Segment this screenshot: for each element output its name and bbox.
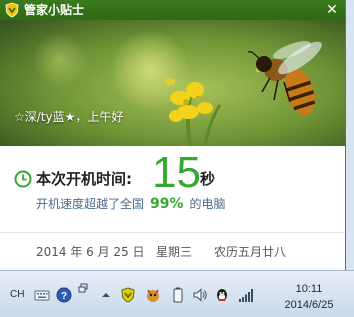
- svg-text:?: ?: [61, 291, 67, 302]
- network-signal-icon[interactable]: [238, 287, 254, 303]
- banner-image: ☆深/ty蓝★，上午好: [0, 20, 345, 146]
- speed-percent: 99%: [150, 196, 184, 212]
- speed-prefix: 开机速度超越了全国: [36, 197, 145, 211]
- volume-icon[interactable]: [192, 287, 208, 303]
- boot-time-section: 本次开机时间: 15 秒 开机速度超越了全国 99% 的电脑: [0, 146, 345, 226]
- tips-popup-window: 管家小贴士 ✕ ☆深/ty蓝★，上午好 本次开机时间: 15 秒 开机速度超越了…: [0, 0, 346, 270]
- taskbar: CH ? 10:11 2014/6/25: [0, 270, 354, 317]
- popup-titlebar[interactable]: 管家小贴士 ✕: [0, 0, 345, 20]
- guanjia-shield-icon[interactable]: [120, 287, 136, 303]
- clock-icon: [14, 170, 32, 188]
- restore-icon[interactable]: [78, 283, 88, 293]
- tray-date: 2014/6/25: [284, 299, 334, 311]
- speed-suffix: 的电脑: [189, 197, 226, 211]
- bee-flower-photo: [0, 20, 345, 146]
- qq-icon[interactable]: [214, 287, 230, 303]
- date-bar: 2014 年 6 月 25 日 星期三 农历五月廿八: [0, 232, 345, 270]
- greeting-text: ☆深/ty蓝★，上午好: [14, 110, 124, 124]
- game-icon[interactable]: [145, 287, 161, 303]
- weekday: 星期三: [156, 245, 193, 259]
- solar-date: 2014 年 6 月 25 日: [36, 245, 145, 259]
- language-indicator[interactable]: CH: [10, 289, 24, 300]
- boot-time-label: 本次开机时间:: [36, 170, 132, 188]
- close-button[interactable]: ✕: [324, 1, 340, 19]
- help-icon[interactable]: ?: [56, 287, 72, 303]
- guanjia-logo-icon: [5, 2, 19, 18]
- show-hidden-icons-arrow-icon[interactable]: [98, 287, 114, 303]
- boot-time-value: 15: [152, 148, 201, 197]
- boot-speed-line: 开机速度超越了全国 99% 的电脑: [36, 196, 226, 212]
- tray-time: 10:11: [295, 283, 323, 295]
- battery-icon[interactable]: [170, 287, 186, 303]
- boot-time-unit: 秒: [200, 170, 216, 188]
- tray-clock[interactable]: 10:11 2014/6/25: [266, 281, 352, 313]
- lunar-date: 农历五月廿八: [214, 245, 287, 259]
- popup-title: 管家小贴士: [24, 3, 85, 17]
- keyboard-icon[interactable]: [34, 287, 50, 303]
